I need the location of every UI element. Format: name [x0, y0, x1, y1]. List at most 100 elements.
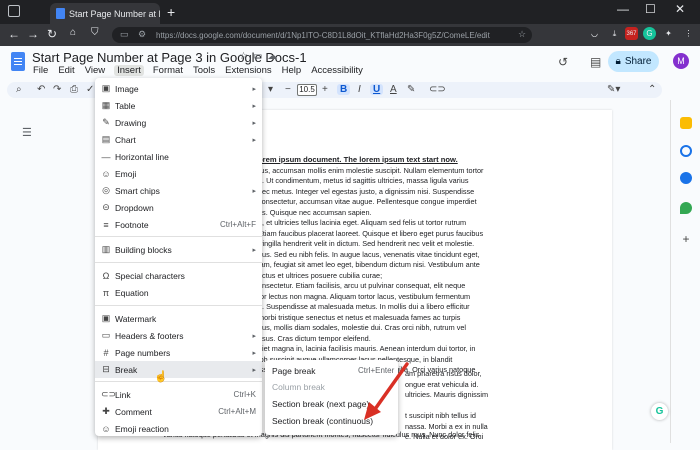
red-arrow-annotation — [364, 362, 409, 420]
back-icon[interactable]: ← — [8, 27, 20, 41]
menu-item-headers-footers[interactable]: ▭ Headers & footers ▸ — [95, 327, 262, 344]
share-button[interactable]: 🔒︎ Share — [608, 51, 659, 72]
menu-item-horizontal-line[interactable]: — Horizontal line — [95, 148, 262, 165]
cloud-status-icon[interactable]: ☁ — [267, 51, 282, 62]
docs-logo-icon[interactable] — [11, 52, 25, 71]
menu-item-footnote[interactable]: ≡ Footnote Ctrl+Alt+F — [95, 216, 262, 233]
doc-line: rus, accumsan mollis enim molestie susci… — [258, 165, 484, 175]
menu-divider — [95, 305, 262, 306]
menu-help[interactable]: Help — [281, 65, 303, 76]
hide-menus-icon[interactable]: ⌃ — [648, 84, 656, 95]
outline-icon[interactable]: ☰ — [22, 126, 32, 139]
underline-button[interactable]: U — [370, 84, 384, 95]
submenu-item-section-break-next-page-[interactable]: Section break (next page) — [272, 399, 369, 409]
document-body[interactable]: orem ipsum document. The lorem ipsum tex… — [258, 155, 498, 376]
submenu-item-page-break[interactable]: Page break Ctrl+Enter — [272, 366, 394, 376]
forward-icon[interactable]: → — [27, 27, 39, 41]
doc-heading: orem ipsum document. The lorem ipsum tex… — [258, 155, 458, 164]
new-tab-icon[interactable]: + — [167, 4, 175, 20]
menu-item-link[interactable]: ⊂⊃ Link Ctrl+K — [95, 386, 262, 403]
menu-item-building-blocks[interactable]: ▥ Building blocks ▸ — [95, 241, 262, 258]
menu-format[interactable]: Format — [152, 65, 184, 76]
menu-item-image[interactable]: ▣ Image ▸ — [95, 80, 262, 97]
menu-tools[interactable]: Tools — [192, 65, 216, 76]
doc-line: ongue erat vehicula id. — [405, 379, 479, 389]
menu-item-dropdown[interactable]: ⊝ Dropdown — [95, 199, 262, 216]
star-icon[interactable]: ☆ — [239, 51, 253, 62]
contacts-icon[interactable] — [680, 172, 692, 184]
close-window-icon[interactable]: ✕ — [675, 2, 685, 16]
grammarly-icon[interactable]: G — [643, 27, 656, 40]
submenu-arrow-icon: ▸ — [252, 332, 256, 340]
menu-item-table[interactable]: ▦ Table ▸ — [95, 97, 262, 114]
doc-line: n, et ultricies tellus lacinia eget. Ali… — [258, 218, 467, 227]
extensions-icon[interactable]: ✦ — [662, 27, 675, 40]
pocket-icon[interactable]: ◡ — [588, 27, 601, 40]
address-bar[interactable]: ▭ ⚙ https://docs.google.com/document/d/1… — [112, 27, 532, 43]
menu-item-drawing[interactable]: ✎ Drawing ▸ — [95, 114, 262, 131]
menu-item-chart[interactable]: ▤ Chart ▸ — [95, 131, 262, 148]
menu-item-emoji-reaction[interactable]: ☺ Emoji reaction — [95, 420, 262, 437]
spellcheck-icon[interactable]: ✓ — [86, 84, 94, 95]
italic-button[interactable]: I — [358, 84, 361, 95]
menu-item-smart-chips[interactable]: ◎ Smart chips ▸ — [95, 182, 262, 199]
text-color-icon[interactable]: A — [390, 84, 397, 95]
watermark-icon: ▣ — [101, 313, 111, 323]
browser-tab[interactable]: Start Page Number at Page 3 in ✕ — [50, 3, 160, 24]
extension-badge-icon[interactable]: 367 — [625, 27, 638, 40]
menu-item-page-numbers[interactable]: # Page numbers ▸ — [95, 344, 262, 361]
wallet-icon[interactable]: ▭ — [120, 29, 129, 40]
insert-link-icon[interactable]: ⊂⊃ — [429, 84, 446, 95]
menu-item-label: Dropdown — [115, 202, 154, 213]
site-settings-icon[interactable]: ⚙ — [138, 29, 146, 40]
font-size-input[interactable]: 10.5 — [297, 84, 317, 96]
undo-icon[interactable]: ↶ — [37, 84, 45, 95]
search-menus-icon[interactable]: ⌕ — [16, 84, 22, 95]
editing-mode-icon[interactable]: ✎▾ — [607, 84, 620, 95]
print-icon[interactable]: ⎙ — [70, 84, 78, 95]
move-folder-icon[interactable]: ▭ — [253, 51, 267, 62]
comments-icon[interactable]: ▤ — [590, 55, 601, 69]
menu-item-label: Smart chips — [115, 185, 160, 196]
menu-item-watermark[interactable]: ▣ Watermark — [95, 310, 262, 327]
menu-extensions[interactable]: Extensions — [224, 65, 272, 76]
tab-search-icon[interactable] — [8, 5, 20, 17]
avatar[interactable]: M — [673, 53, 689, 69]
download-icon[interactable]: ⤓ — [608, 27, 621, 40]
browser-menu-icon[interactable]: ⋮ — [682, 27, 695, 40]
menu-view[interactable]: View — [84, 65, 106, 76]
home-icon[interactable]: ⌂ — [70, 27, 76, 38]
highlight-icon[interactable]: ✎ — [407, 84, 415, 95]
menu-divider — [95, 381, 262, 382]
menu-item-emoji[interactable]: ☺ Emoji — [95, 165, 262, 182]
bold-button[interactable]: B — [337, 84, 351, 95]
submenu-item-section-break-continuous-[interactable]: Section break (continuous) — [272, 416, 373, 426]
menu-item-label: Emoji reaction — [115, 423, 169, 434]
bookmark-star-icon[interactable]: ☆ — [518, 29, 526, 40]
insert-menu: ▣ Image ▸ ▦ Table ▸ ✎ Drawing ▸ ▤ Chart ▸ — Horizonta… — [95, 78, 262, 436]
increase-font-size-icon[interactable]: + — [322, 84, 328, 95]
menu-item-equation[interactable]: π Equation — [95, 284, 262, 301]
add-on-plus-icon[interactable]: + — [680, 233, 692, 245]
minimize-icon[interactable]: — — [617, 2, 629, 16]
menu-file[interactable]: File — [32, 65, 49, 76]
menu-item-comment[interactable]: ✚ Comment Ctrl+Alt+M — [95, 403, 262, 420]
menu-item-break[interactable]: ⊟ Break ▸ — [95, 361, 262, 378]
decrease-font-size-icon[interactable]: − — [285, 84, 291, 95]
menu-accessibility[interactable]: Accessibility — [310, 65, 364, 76]
menu-edit[interactable]: Edit — [57, 65, 75, 76]
version-history-icon[interactable]: ↺ — [558, 55, 568, 69]
maximize-icon[interactable]: ☐ — [645, 2, 656, 16]
font-chevron-down-icon[interactable]: ▾ — [268, 84, 273, 95]
reload-icon[interactable]: ↻ — [47, 27, 57, 41]
menu-insert[interactable]: Insert — [114, 65, 144, 76]
building-blocks-icon: ▥ — [101, 244, 111, 254]
tasks-icon[interactable] — [680, 145, 692, 157]
maps-icon[interactable] — [680, 202, 692, 214]
menu-item-special-characters[interactable]: Ω Special characters — [95, 267, 262, 284]
keep-icon[interactable] — [680, 117, 692, 129]
grammarly-button-icon[interactable]: G — [651, 403, 668, 420]
redo-icon[interactable]: ↷ — [53, 84, 61, 95]
shield-icon[interactable]: ⛉ — [91, 27, 99, 38]
smart-chips-icon: ◎ — [102, 185, 110, 195]
